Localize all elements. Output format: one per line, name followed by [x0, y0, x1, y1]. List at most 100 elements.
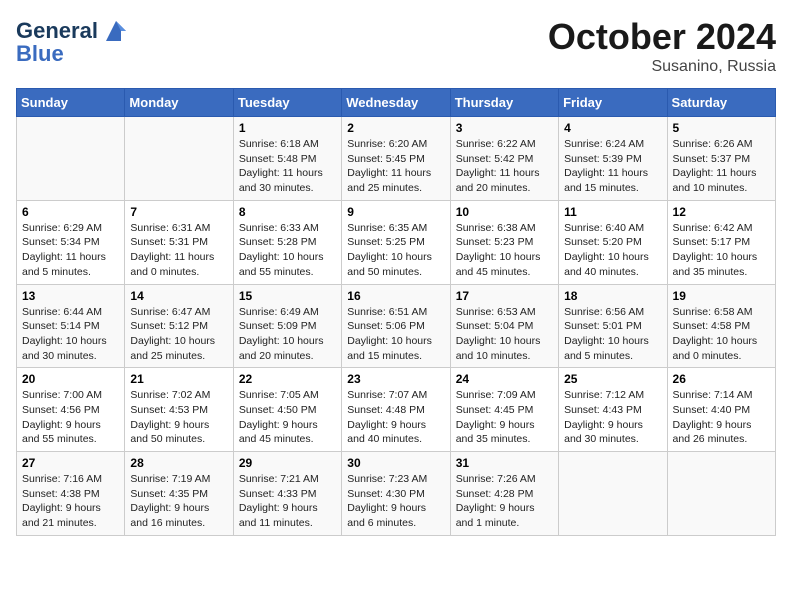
day-info: Sunrise: 6:42 AM Sunset: 5:17 PM Dayligh… [673, 221, 770, 280]
weekday-header: Wednesday [342, 89, 450, 117]
day-info: Sunrise: 7:26 AM Sunset: 4:28 PM Dayligh… [456, 472, 553, 531]
day-number: 8 [239, 205, 336, 219]
day-info: Sunrise: 6:49 AM Sunset: 5:09 PM Dayligh… [239, 305, 336, 364]
logo-icon [101, 16, 131, 46]
calendar-day-cell: 2 Sunrise: 6:20 AM Sunset: 5:45 PM Daylig… [342, 117, 450, 201]
day-info: Sunrise: 7:12 AM Sunset: 4:43 PM Dayligh… [564, 388, 661, 447]
day-number: 23 [347, 372, 444, 386]
weekday-header: Friday [559, 89, 667, 117]
day-number: 22 [239, 372, 336, 386]
day-number: 27 [22, 456, 119, 470]
calendar-day-cell: 4Sunrise: 6:24 AM Sunset: 5:39 PM Daylig… [559, 117, 667, 201]
calendar-day-cell [17, 117, 125, 201]
calendar-day-cell: 13Sunrise: 6:44 AM Sunset: 5:14 PM Dayli… [17, 284, 125, 368]
calendar-day-cell [667, 452, 775, 536]
day-number: 14 [130, 289, 227, 303]
day-number: 10 [456, 205, 553, 219]
day-number: 15 [239, 289, 336, 303]
calendar-day-cell: 23 Sunrise: 7:07 AM Sunset: 4:48 PM Dayli… [342, 368, 450, 452]
day-number: 13 [22, 289, 119, 303]
day-info: Sunrise: 6:51 AM Sunset: 5:06 PM Dayligh… [347, 305, 444, 364]
calendar-day-cell: 22 Sunrise: 7:05 AM Sunset: 4:50 PM Dayli… [233, 368, 341, 452]
day-info: Sunrise: 6:31 AM Sunset: 5:31 PM Dayligh… [130, 221, 227, 280]
page-header: General Blue October 2024 Susanino, Russ… [16, 16, 776, 76]
calendar-day-cell: 3 Sunrise: 6:22 AM Sunset: 5:42 PM Daylig… [450, 117, 558, 201]
day-number: 1 [239, 121, 336, 135]
day-number: 21 [130, 372, 227, 386]
calendar-week-row: 6Sunrise: 6:29 AM Sunset: 5:34 PM Daylig… [17, 200, 776, 284]
calendar-day-cell: 15 Sunrise: 6:49 AM Sunset: 5:09 PM Dayli… [233, 284, 341, 368]
weekday-header: Tuesday [233, 89, 341, 117]
logo: General Blue [16, 16, 131, 66]
calendar-day-cell: 12 Sunrise: 6:42 AM Sunset: 5:17 PM Dayli… [667, 200, 775, 284]
day-info: Sunrise: 6:58 AM Sunset: 4:58 PM Dayligh… [673, 305, 770, 364]
calendar-day-cell: 21Sunrise: 7:02 AM Sunset: 4:53 PM Dayli… [125, 368, 233, 452]
day-info: Sunrise: 6:26 AM Sunset: 5:37 PM Dayligh… [673, 137, 770, 196]
calendar-day-cell: 8 Sunrise: 6:33 AM Sunset: 5:28 PM Daylig… [233, 200, 341, 284]
day-info: Sunrise: 6:33 AM Sunset: 5:28 PM Dayligh… [239, 221, 336, 280]
day-info: Sunrise: 7:16 AM Sunset: 4:38 PM Dayligh… [22, 472, 119, 531]
day-info: Sunrise: 6:22 AM Sunset: 5:42 PM Dayligh… [456, 137, 553, 196]
day-info: Sunrise: 7:00 AM Sunset: 4:56 PM Dayligh… [22, 388, 119, 447]
calendar-day-cell: 5 Sunrise: 6:26 AM Sunset: 5:37 PM Daylig… [667, 117, 775, 201]
calendar-day-cell: 26 Sunrise: 7:14 AM Sunset: 4:40 PM Dayli… [667, 368, 775, 452]
day-number: 2 [347, 121, 444, 135]
calendar-week-row: 20Sunrise: 7:00 AM Sunset: 4:56 PM Dayli… [17, 368, 776, 452]
day-info: Sunrise: 7:14 AM Sunset: 4:40 PM Dayligh… [673, 388, 770, 447]
day-number: 17 [456, 289, 553, 303]
day-info: Sunrise: 7:21 AM Sunset: 4:33 PM Dayligh… [239, 472, 336, 531]
day-number: 18 [564, 289, 661, 303]
logo-text: General [16, 19, 98, 43]
calendar-day-cell: 29 Sunrise: 7:21 AM Sunset: 4:33 PM Dayli… [233, 452, 341, 536]
weekday-header: Saturday [667, 89, 775, 117]
calendar-day-cell: 25 Sunrise: 7:12 AM Sunset: 4:43 PM Dayli… [559, 368, 667, 452]
day-info: Sunrise: 7:19 AM Sunset: 4:35 PM Dayligh… [130, 472, 227, 531]
calendar-day-cell: 7 Sunrise: 6:31 AM Sunset: 5:31 PM Daylig… [125, 200, 233, 284]
location: Susanino, Russia [548, 58, 776, 76]
calendar-day-cell: 31Sunrise: 7:26 AM Sunset: 4:28 PM Dayli… [450, 452, 558, 536]
day-info: Sunrise: 6:47 AM Sunset: 5:12 PM Dayligh… [130, 305, 227, 364]
calendar-day-cell: 9 Sunrise: 6:35 AM Sunset: 5:25 PM Daylig… [342, 200, 450, 284]
calendar-day-cell: 1Sunrise: 6:18 AM Sunset: 5:48 PM Daylig… [233, 117, 341, 201]
title-block: October 2024 Susanino, Russia [548, 16, 776, 76]
day-info: Sunrise: 6:35 AM Sunset: 5:25 PM Dayligh… [347, 221, 444, 280]
calendar-day-cell: 30Sunrise: 7:23 AM Sunset: 4:30 PM Dayli… [342, 452, 450, 536]
day-info: Sunrise: 6:56 AM Sunset: 5:01 PM Dayligh… [564, 305, 661, 364]
calendar-day-cell: 27 Sunrise: 7:16 AM Sunset: 4:38 PM Dayli… [17, 452, 125, 536]
calendar-day-cell: 20Sunrise: 7:00 AM Sunset: 4:56 PM Dayli… [17, 368, 125, 452]
calendar-week-row: 1Sunrise: 6:18 AM Sunset: 5:48 PM Daylig… [17, 117, 776, 201]
day-number: 29 [239, 456, 336, 470]
day-number: 16 [347, 289, 444, 303]
month-title: October 2024 [548, 16, 776, 58]
day-info: Sunrise: 6:24 AM Sunset: 5:39 PM Dayligh… [564, 137, 661, 196]
calendar-day-cell: 24 Sunrise: 7:09 AM Sunset: 4:45 PM Dayli… [450, 368, 558, 452]
day-number: 24 [456, 372, 553, 386]
day-info: Sunrise: 6:38 AM Sunset: 5:23 PM Dayligh… [456, 221, 553, 280]
calendar-table: SundayMondayTuesdayWednesdayThursdayFrid… [16, 88, 776, 536]
calendar-header: SundayMondayTuesdayWednesdayThursdayFrid… [17, 89, 776, 117]
day-number: 9 [347, 205, 444, 219]
calendar-day-cell: 19Sunrise: 6:58 AM Sunset: 4:58 PM Dayli… [667, 284, 775, 368]
calendar-day-cell: 14 Sunrise: 6:47 AM Sunset: 5:12 PM Dayli… [125, 284, 233, 368]
day-info: Sunrise: 7:09 AM Sunset: 4:45 PM Dayligh… [456, 388, 553, 447]
day-number: 26 [673, 372, 770, 386]
weekday-header: Monday [125, 89, 233, 117]
calendar-day-cell [125, 117, 233, 201]
day-info: Sunrise: 6:20 AM Sunset: 5:45 PM Dayligh… [347, 137, 444, 196]
calendar-day-cell: 11Sunrise: 6:40 AM Sunset: 5:20 PM Dayli… [559, 200, 667, 284]
day-info: Sunrise: 6:29 AM Sunset: 5:34 PM Dayligh… [22, 221, 119, 280]
day-number: 25 [564, 372, 661, 386]
day-number: 12 [673, 205, 770, 219]
day-number: 7 [130, 205, 227, 219]
day-info: Sunrise: 6:40 AM Sunset: 5:20 PM Dayligh… [564, 221, 661, 280]
day-info: Sunrise: 7:07 AM Sunset: 4:48 PM Dayligh… [347, 388, 444, 447]
calendar-day-cell: 18 Sunrise: 6:56 AM Sunset: 5:01 PM Dayli… [559, 284, 667, 368]
calendar-day-cell [559, 452, 667, 536]
calendar-day-cell: 16 Sunrise: 6:51 AM Sunset: 5:06 PM Dayli… [342, 284, 450, 368]
day-number: 3 [456, 121, 553, 135]
day-info: Sunrise: 7:05 AM Sunset: 4:50 PM Dayligh… [239, 388, 336, 447]
calendar-day-cell: 10 Sunrise: 6:38 AM Sunset: 5:23 PM Dayli… [450, 200, 558, 284]
calendar-body: 1Sunrise: 6:18 AM Sunset: 5:48 PM Daylig… [17, 117, 776, 536]
calendar-day-cell: 28Sunrise: 7:19 AM Sunset: 4:35 PM Dayli… [125, 452, 233, 536]
day-number: 5 [673, 121, 770, 135]
